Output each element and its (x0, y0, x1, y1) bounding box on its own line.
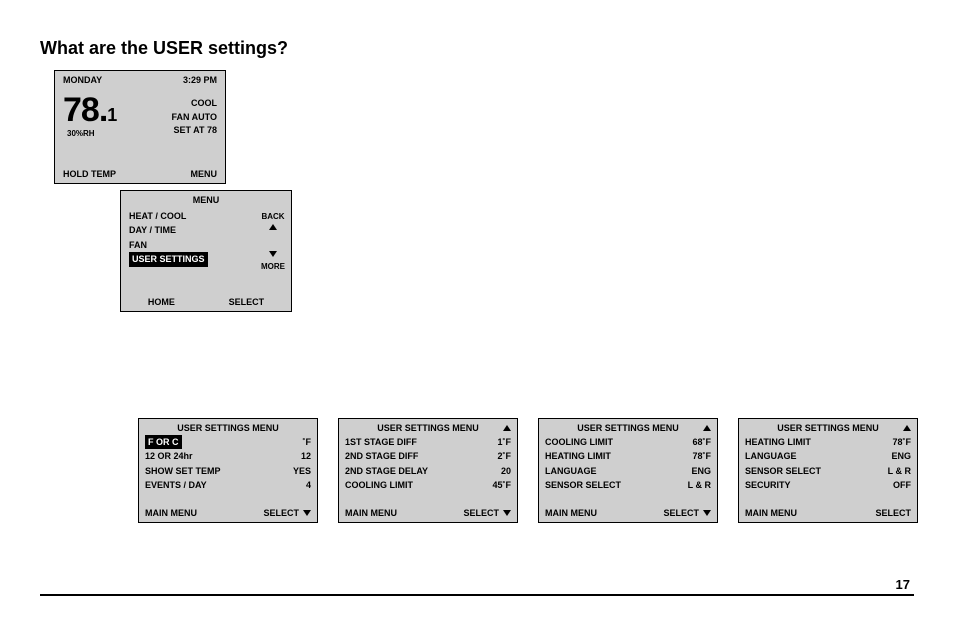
row-value: L & R (888, 464, 911, 478)
row-label: SENSOR SELECT (545, 478, 621, 492)
settings-row[interactable]: 1ST STAGE DIFF 1˚F (345, 435, 511, 449)
row-value: L & R (688, 478, 711, 492)
page-title: What are the USER settings? (40, 38, 288, 59)
card-title: USER SETTINGS MENU (355, 423, 501, 433)
select-button[interactable]: SELECT (263, 508, 311, 518)
row-value: 1˚F (498, 435, 512, 449)
settings-row[interactable]: COOLING LIMIT 45˚F (345, 478, 511, 492)
select-button[interactable]: SELECT (875, 508, 911, 518)
row-label: LANGUAGE (745, 449, 797, 463)
row-label: EVENTS / DAY (145, 478, 207, 492)
mode-cool: COOL (171, 97, 217, 111)
row-label: 12 OR 24hr (145, 449, 193, 463)
main-menu-button[interactable]: MAIN MENU (545, 508, 597, 518)
menu-item-heat-cool[interactable]: HEAT / COOL (129, 209, 283, 223)
row-label: SENSOR SELECT (745, 464, 821, 478)
settings-row[interactable]: 2ND STAGE DIFF 2˚F (345, 449, 511, 463)
settings-row[interactable]: SENSOR SELECT L & R (545, 478, 711, 492)
settings-row[interactable]: F OR C ˚F (145, 435, 311, 449)
select-button[interactable]: SELECT (663, 508, 711, 518)
settings-card-1: USER SETTINGS MENUF OR C˚F12 OR 24hr12SH… (138, 418, 318, 523)
settings-row[interactable]: SECURITY OFF (745, 478, 911, 492)
select-button[interactable]: SELECT (463, 508, 511, 518)
row-label: HEATING LIMIT (745, 435, 811, 449)
settings-row[interactable]: EVENTS / DAY 4 (145, 478, 311, 492)
more-label[interactable]: MORE (261, 261, 285, 272)
settings-row[interactable]: SENSOR SELECT L & R (745, 464, 911, 478)
row-value: ˚F (303, 435, 312, 449)
arrow-up-icon[interactable] (269, 224, 277, 230)
settings-card-2: USER SETTINGS MENU1ST STAGE DIFF1˚F2ND S… (338, 418, 518, 523)
row-label: F OR C (145, 435, 182, 449)
temp-int: 78. (63, 91, 107, 129)
settings-row[interactable]: HEATING LIMIT 78˚F (745, 435, 911, 449)
card-title: USER SETTINGS MENU (755, 423, 901, 433)
row-value: ENG (691, 464, 711, 478)
card-title: USER SETTINGS MENU (155, 423, 301, 433)
row-label: SHOW SET TEMP (145, 464, 221, 478)
time-label: 3:29 PM (183, 75, 217, 85)
main-menu-button[interactable]: MAIN MENU (145, 508, 197, 518)
menu-button[interactable]: MENU (191, 169, 218, 179)
page-number: 17 (896, 577, 910, 592)
humidity-label: 30%RH (67, 129, 95, 138)
menu-title: MENU (121, 191, 291, 209)
row-value: 78˚F (892, 435, 911, 449)
settings-row[interactable]: 12 OR 24hr 12 (145, 449, 311, 463)
footer-rule (40, 594, 914, 596)
row-value: 4 (306, 478, 311, 492)
arrow-down-icon[interactable] (269, 251, 277, 257)
row-value: 68˚F (692, 435, 711, 449)
menu-panel: MENU HEAT / COOL DAY / TIME FAN USER SET… (120, 190, 292, 312)
thermostat-display: MONDAY 3:29 PM 78.1 30%RH COOL FAN AUTO … (54, 70, 226, 184)
temperature-reading: 78.1 (63, 91, 116, 130)
row-value: ENG (891, 449, 911, 463)
day-label: MONDAY (63, 75, 102, 85)
menu-item-day-time[interactable]: DAY / TIME (129, 223, 283, 237)
scroll-down-icon[interactable] (703, 510, 711, 516)
back-label[interactable]: BACK (261, 211, 285, 222)
main-menu-button[interactable]: MAIN MENU (345, 508, 397, 518)
settings-row[interactable]: HEATING LIMIT 78˚F (545, 449, 711, 463)
row-label: 2ND STAGE DIFF (345, 449, 418, 463)
settings-row[interactable]: LANGUAGE ENG (745, 449, 911, 463)
settings-card-3: USER SETTINGS MENUCOOLING LIMIT68˚FHEATI… (538, 418, 718, 523)
scroll-down-icon[interactable] (303, 510, 311, 516)
fan-mode: FAN AUTO (171, 111, 217, 125)
menu-item-user-settings[interactable]: USER SETTINGS (129, 252, 208, 266)
row-label: LANGUAGE (545, 464, 597, 478)
select-button[interactable]: SELECT (229, 297, 265, 307)
row-label: 2ND STAGE DELAY (345, 464, 428, 478)
row-value: 45˚F (492, 478, 511, 492)
scroll-up-icon[interactable] (703, 425, 711, 431)
row-value: 12 (301, 449, 311, 463)
set-at: SET AT 78 (171, 124, 217, 138)
temp-dec: 1 (107, 105, 116, 125)
row-label: COOLING LIMIT (345, 478, 413, 492)
main-menu-button[interactable]: MAIN MENU (745, 508, 797, 518)
scroll-up-icon[interactable] (903, 425, 911, 431)
row-label: 1ST STAGE DIFF (345, 435, 417, 449)
settings-row[interactable]: 2ND STAGE DELAY 20 (345, 464, 511, 478)
menu-item-fan[interactable]: FAN (129, 238, 283, 252)
settings-row[interactable]: COOLING LIMIT 68˚F (545, 435, 711, 449)
row-value: 20 (501, 464, 511, 478)
scroll-up-icon[interactable] (503, 425, 511, 431)
row-value: 2˚F (498, 449, 512, 463)
hold-temp-button[interactable]: HOLD TEMP (63, 169, 116, 179)
row-value: 78˚F (692, 449, 711, 463)
settings-card-4: USER SETTINGS MENUHEATING LIMIT78˚FLANGU… (738, 418, 918, 523)
scroll-down-icon[interactable] (503, 510, 511, 516)
row-label: COOLING LIMIT (545, 435, 613, 449)
row-label: HEATING LIMIT (545, 449, 611, 463)
home-button[interactable]: HOME (148, 297, 175, 307)
settings-row[interactable]: SHOW SET TEMP YES (145, 464, 311, 478)
row-label: SECURITY (745, 478, 791, 492)
card-title: USER SETTINGS MENU (555, 423, 701, 433)
row-value: YES (293, 464, 311, 478)
row-value: OFF (893, 478, 911, 492)
settings-row[interactable]: LANGUAGE ENG (545, 464, 711, 478)
